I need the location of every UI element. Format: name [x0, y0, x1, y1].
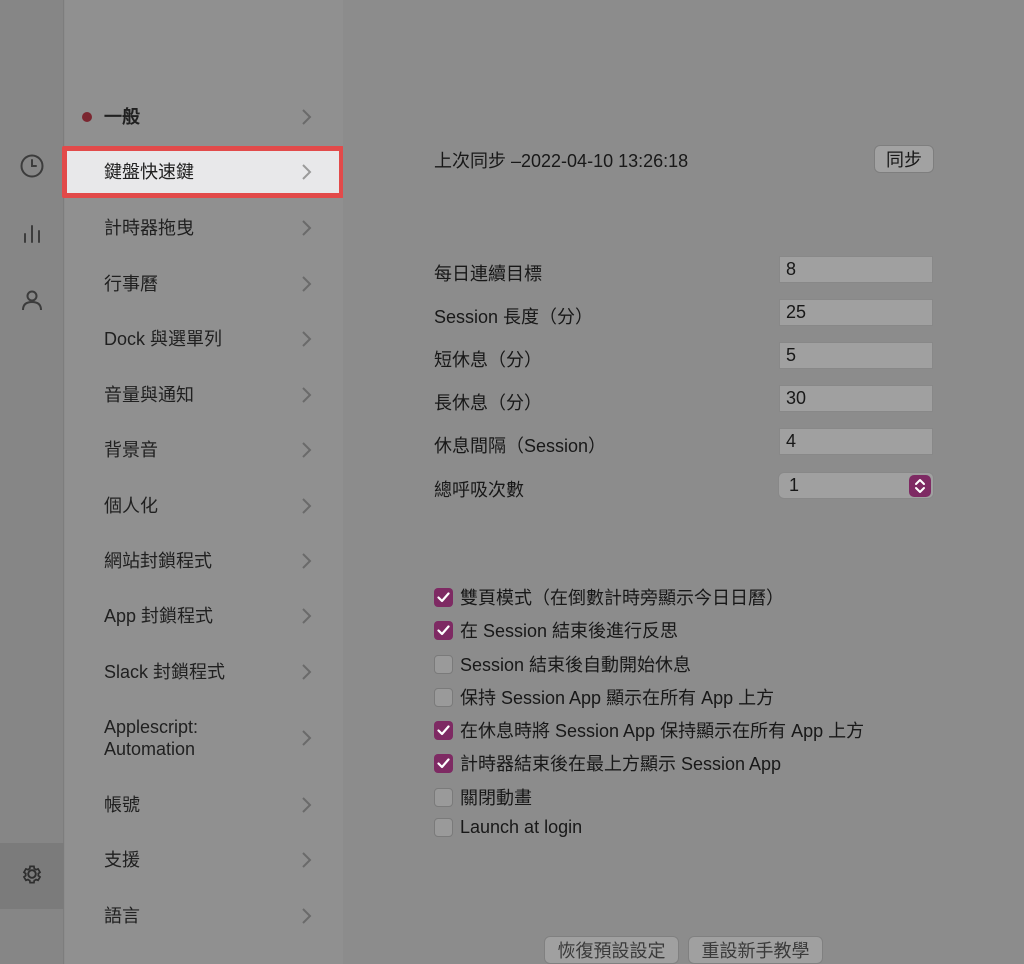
checkbox-row[interactable]: Launch at login [434, 817, 582, 838]
sync-button[interactable]: 同步 [874, 145, 934, 173]
checkbox-checked[interactable] [434, 587, 453, 607]
checkbox-row[interactable]: 計時器結束後在最上方顯示 Session App [434, 750, 781, 776]
settings-rail-item[interactable] [0, 843, 64, 909]
sidebar-item-slack-blocker[interactable]: Slack 封鎖程式 [65, 661, 343, 683]
checkbox-row[interactable]: 保持 Session App 顯示在所有 App 上方 [434, 684, 774, 710]
app-window: 一般 鍵盤快速鍵 計時器拖曳 行事曆 Dock 與選單列 音量與通知 背景音 個… [0, 0, 1024, 964]
checkbox-label: Launch at login [460, 817, 583, 837]
sidebar-item-label: Dock 與選單列 [104, 329, 223, 349]
sidebar-item-label: 個人化 [104, 496, 158, 516]
checkbox-row[interactable]: 雙頁模式（在倒數計時旁顯示今日日曆） [434, 584, 784, 610]
checkbox-checked[interactable] [434, 720, 453, 740]
breath-count-select[interactable]: 1 [778, 472, 934, 499]
clock-icon[interactable] [16, 150, 48, 182]
person-icon[interactable] [16, 284, 48, 316]
sidebar-item-website-blocker[interactable]: 網站封鎖程式 [65, 550, 343, 572]
checkbox-row[interactable]: 在 Session 結束後進行反思 [434, 617, 678, 643]
sidebar-item-label: Applescript: Automation [104, 717, 199, 759]
checkbox-label: 關閉動畫 [460, 788, 532, 808]
sidebar-item-label: App 封鎖程式 [104, 606, 214, 626]
sidebar-item-background-sound[interactable]: 背景音 [65, 439, 343, 461]
checkbox-row[interactable]: 關閉動畫 [434, 784, 532, 810]
checkbox-label: Session 結束後自動開始休息 [460, 655, 692, 675]
breath-count-label: 總呼吸次數 [434, 480, 524, 500]
bar-chart-icon[interactable] [16, 217, 48, 249]
sidebar-item-personalization[interactable]: 個人化 [65, 495, 343, 517]
sidebar-item-app-blocker[interactable]: App 封鎖程式 [65, 605, 343, 627]
restore-defaults-button[interactable]: 恢復預設設定 [544, 936, 679, 964]
checkbox-unchecked[interactable] [434, 787, 453, 807]
checkbox-checked[interactable] [434, 620, 453, 640]
chevron-right-icon [302, 664, 312, 680]
chevron-right-icon [302, 109, 312, 125]
sidebar-item-language[interactable]: 語言 [65, 905, 343, 927]
checkbox-unchecked[interactable] [434, 654, 453, 674]
sidebar-item-label: Slack 封鎖程式 [104, 662, 226, 682]
short-break-label: 短休息（分） [434, 350, 542, 370]
checkbox-unchecked[interactable] [434, 818, 453, 837]
chevron-right-icon [302, 442, 312, 458]
checkbox-row[interactable]: Session 結束後自動開始休息 [434, 651, 691, 677]
sidebar-item-label: 音量與通知 [104, 385, 194, 405]
sidebar-item-general[interactable]: 一般 [65, 106, 343, 128]
chevron-right-icon [302, 553, 312, 569]
sidebar-item-label: 背景音 [104, 440, 158, 460]
sidebar-item-account[interactable]: 帳號 [65, 794, 343, 816]
chevron-right-icon [302, 852, 312, 868]
unread-dot [82, 112, 92, 122]
sidebar-item-label: 一般 [104, 107, 140, 127]
updown-chevron-icon[interactable] [909, 475, 931, 497]
break-interval-label: 休息間隔（Session） [434, 436, 607, 456]
sidebar-item-calendar[interactable]: 行事曆 [65, 273, 343, 295]
settings-sidebar: 一般 鍵盤快速鍵 計時器拖曳 行事曆 Dock 與選單列 音量與通知 背景音 個… [65, 0, 343, 964]
session-length-input[interactable]: 25 [779, 299, 933, 326]
sidebar-item-label: 計時器拖曳 [104, 218, 194, 238]
last-sync-text: 上次同步 –2022-04-10 13:26:18 [434, 151, 689, 171]
reset-tutorial-button[interactable]: 重設新手教學 [688, 936, 823, 964]
chevron-right-icon [302, 608, 312, 624]
sidebar-item-applescript[interactable]: Applescript: Automation [65, 716, 343, 760]
long-break-input[interactable]: 30 [779, 385, 933, 412]
settings-main-panel: 上次同步 –2022-04-10 13:26:18 同步 每日連續目標 8 Se… [343, 0, 1024, 964]
checkbox-unchecked[interactable] [434, 687, 453, 707]
checkbox-label: 雙頁模式（在倒數計時旁顯示今日日曆） [460, 588, 784, 608]
checkbox-label: 計時器結束後在最上方顯示 Session App [460, 754, 782, 774]
icon-rail [0, 0, 64, 964]
chevron-right-icon [302, 908, 312, 924]
daily-goal-label: 每日連續目標 [434, 264, 542, 284]
chevron-right-icon [302, 387, 312, 403]
sidebar-item-dock-menubar[interactable]: Dock 與選單列 [65, 328, 343, 350]
sidebar-item-label: 語言 [104, 906, 140, 926]
long-break-label: 長休息（分） [434, 393, 542, 413]
chevron-right-icon [302, 730, 312, 746]
checkbox-label: 在 Session 結束後進行反思 [460, 621, 679, 641]
chevron-right-icon [302, 220, 312, 236]
daily-goal-input[interactable]: 8 [779, 256, 933, 283]
breath-count-value: 1 [789, 475, 800, 495]
annotation-highlight-box [62, 146, 344, 198]
sidebar-item-label: 網站封鎖程式 [104, 551, 212, 571]
short-break-input[interactable]: 5 [779, 342, 933, 369]
sidebar-item-sound-notifications[interactable]: 音量與通知 [65, 384, 343, 406]
break-interval-input[interactable]: 4 [779, 428, 933, 455]
chevron-right-icon [302, 276, 312, 292]
checkbox-checked[interactable] [434, 753, 453, 773]
gear-icon [19, 861, 45, 892]
checkbox-row[interactable]: 在休息時將 Session App 保持顯示在所有 App 上方 [434, 717, 864, 743]
sidebar-item-label: 行事曆 [104, 274, 158, 294]
sidebar-item-support[interactable]: 支援 [65, 849, 343, 871]
chevron-right-icon [302, 498, 312, 514]
sidebar-item-label: 支援 [104, 850, 140, 870]
sidebar-item-timer-drag[interactable]: 計時器拖曳 [65, 217, 343, 239]
sidebar-item-label: 帳號 [104, 795, 140, 815]
checkbox-label: 保持 Session App 顯示在所有 App 上方 [460, 688, 775, 708]
chevron-right-icon [302, 797, 312, 813]
checkbox-label: 在休息時將 Session App 保持顯示在所有 App 上方 [460, 721, 865, 741]
chevron-right-icon [302, 331, 312, 347]
session-length-label: Session 長度（分） [434, 307, 594, 327]
